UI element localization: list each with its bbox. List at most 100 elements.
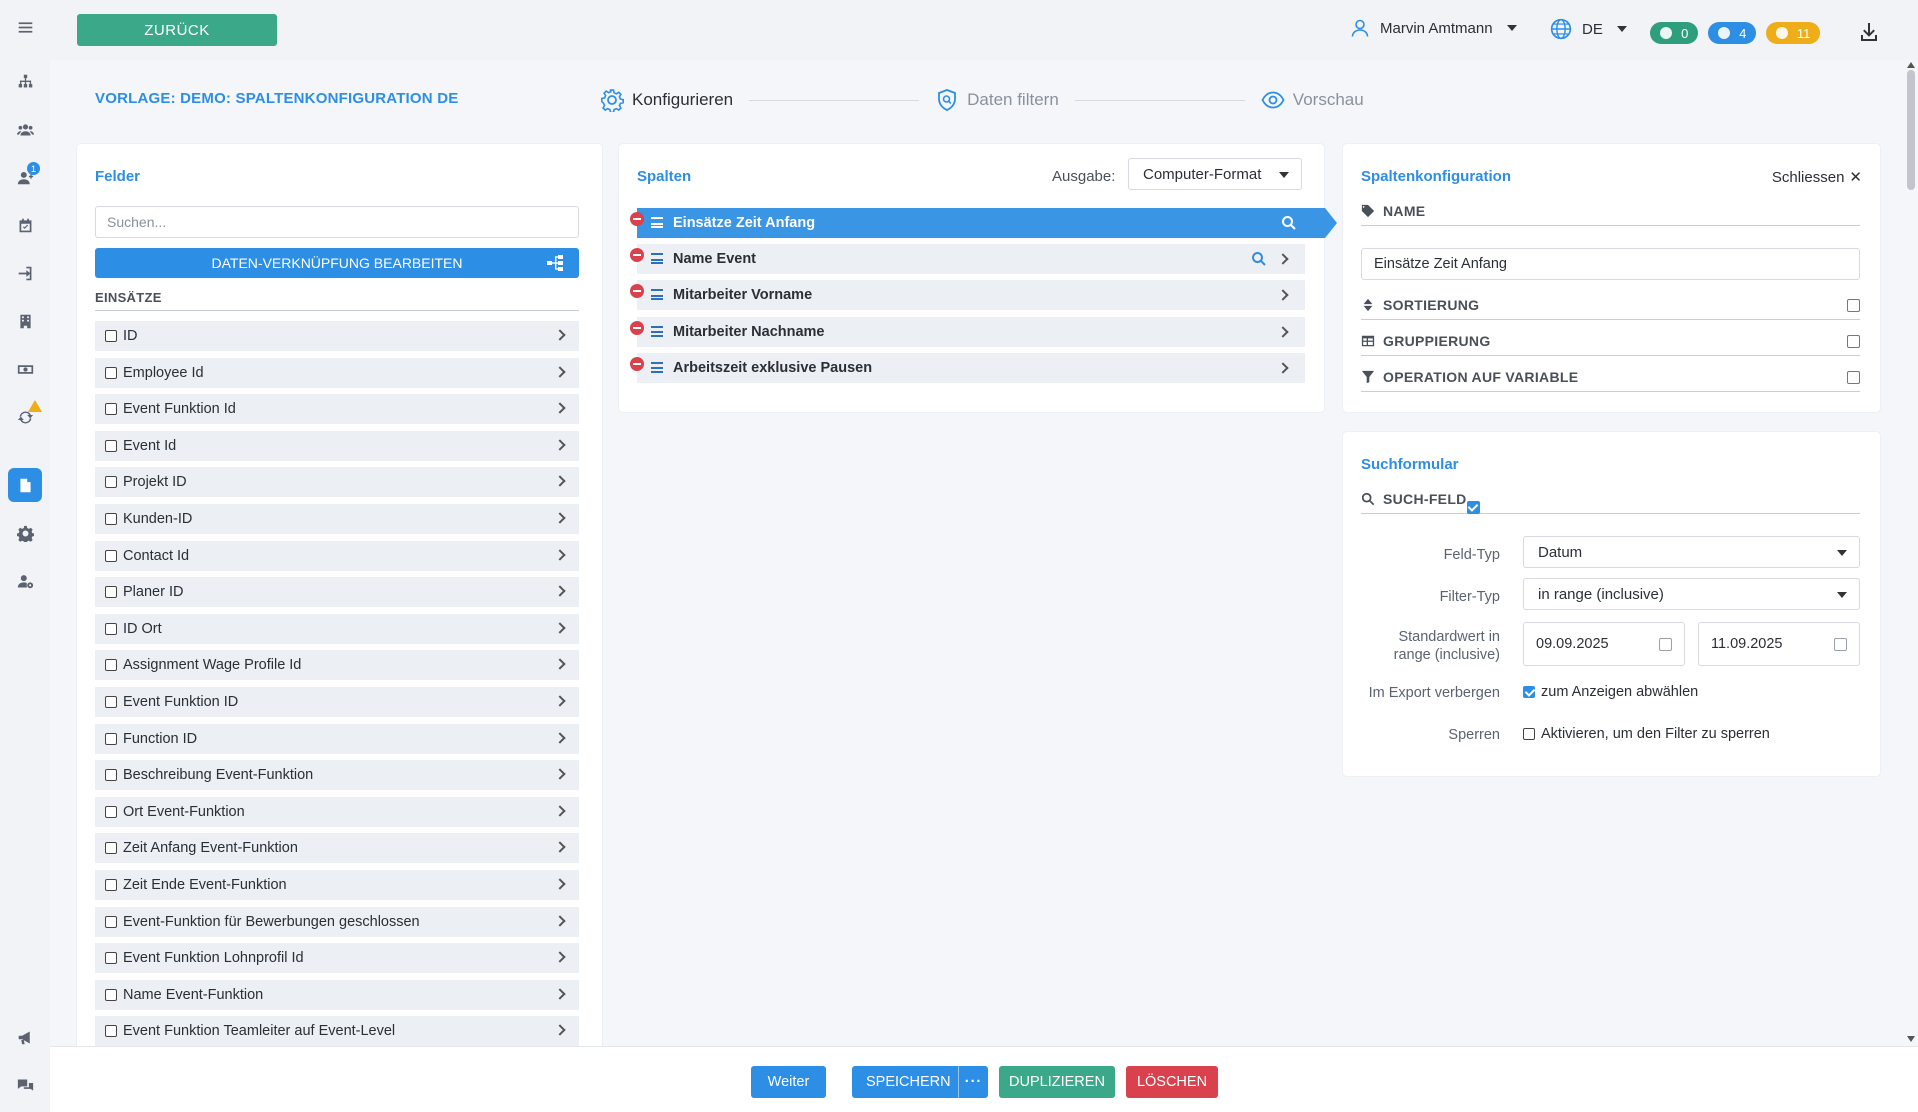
sync-icon[interactable] <box>8 400 42 434</box>
column-item-body[interactable]: Mitarbeiter Nachname <box>637 316 1305 347</box>
column-item-body[interactable]: Name Event <box>637 244 1305 275</box>
field-item[interactable]: Kunden-ID <box>95 503 579 534</box>
field-checkbox[interactable] <box>105 659 117 672</box>
field-checkbox[interactable] <box>105 586 117 599</box>
delete-button[interactable]: LÖSCHEN <box>1126 1066 1218 1098</box>
output-format-select[interactable]: Computer-Format <box>1128 158 1302 190</box>
user-menu[interactable]: Marvin Amtmann <box>1350 18 1517 38</box>
field-checkbox[interactable] <box>105 915 117 928</box>
user-settings-icon[interactable] <box>8 564 42 598</box>
lock-checkbox[interactable] <box>1523 728 1535 740</box>
field-checkbox[interactable] <box>105 878 117 891</box>
search-icon[interactable] <box>1251 251 1267 267</box>
field-checkbox[interactable] <box>105 366 117 379</box>
notifications-badge[interactable]: 4 <box>1708 22 1756 44</box>
edit-data-link-button[interactable]: DATEN-VERKNÜPFUNG BEARBEITEN <box>95 248 579 278</box>
column-item-body[interactable]: Arbeitszeit exklusive Pausen <box>637 352 1305 383</box>
sitemap-icon[interactable] <box>8 64 42 98</box>
column-item[interactable]: Name Event <box>630 244 1327 275</box>
lock-option[interactable]: Aktivieren, um den Filter zu sperren <box>1523 726 1770 742</box>
search-icon[interactable] <box>1281 215 1297 231</box>
field-checkbox[interactable] <box>105 330 117 342</box>
column-name-input[interactable]: Einsätze Zeit Anfang <box>1361 248 1860 280</box>
column-item[interactable]: Arbeitszeit exklusive Pausen <box>630 352 1327 383</box>
document-icon[interactable] <box>8 468 42 502</box>
filter-type-select[interactable]: in range (inclusive) <box>1523 578 1860 610</box>
alerts-badge[interactable]: 11 <box>1766 22 1820 44</box>
field-checkbox[interactable] <box>105 622 117 635</box>
column-item-body[interactable]: Einsätze Zeit Anfang <box>637 208 1337 238</box>
date-from-input[interactable]: 09.09.2025 <box>1523 622 1685 666</box>
back-button[interactable]: ZURÜCK <box>77 14 277 46</box>
save-button[interactable]: SPEICHERN ··· <box>852 1066 988 1098</box>
duplicate-button[interactable]: DUPLIZIEREN <box>999 1066 1115 1098</box>
calendar-icon[interactable] <box>1834 638 1847 651</box>
field-checkbox[interactable] <box>105 805 117 818</box>
field-checkbox[interactable] <box>105 988 117 1001</box>
step-vorschau[interactable]: Vorschau <box>1261 88 1364 112</box>
chat-icon[interactable] <box>8 1068 42 1102</box>
remove-column-icon[interactable] <box>630 320 644 335</box>
field-checkbox[interactable] <box>105 769 117 782</box>
field-item[interactable]: Event Funktion Id <box>95 394 579 425</box>
drag-handle-icon[interactable] <box>651 217 663 228</box>
grouping-checkbox[interactable] <box>1847 335 1860 348</box>
scroll-up-arrow[interactable] <box>1907 62 1915 68</box>
field-checkbox[interactable] <box>105 403 117 416</box>
field-checkbox[interactable] <box>105 512 117 525</box>
sorting-checkbox[interactable] <box>1847 299 1860 312</box>
field-checkbox[interactable] <box>105 695 117 708</box>
column-item[interactable]: Einsätze Zeit Anfang <box>630 208 1337 238</box>
users-group-icon[interactable] <box>8 112 42 146</box>
column-item[interactable]: Mitarbeiter Nachname <box>630 316 1327 347</box>
field-checkbox[interactable] <box>105 842 117 855</box>
next-button[interactable]: Weiter <box>751 1066 826 1098</box>
field-item[interactable]: Planer ID <box>95 577 579 608</box>
fields-search-input[interactable] <box>95 206 579 238</box>
field-item[interactable]: Assignment Wage Profile Id <box>95 650 579 681</box>
field-item[interactable]: Event Funktion ID <box>95 686 579 717</box>
scroll-down-arrow[interactable] <box>1907 1036 1915 1042</box>
field-item[interactable]: Name Event-Funktion <box>95 979 579 1010</box>
menu-icon[interactable] <box>8 10 42 44</box>
language-selector[interactable]: DE <box>1550 18 1627 40</box>
column-item-body[interactable]: Mitarbeiter Vorname <box>637 280 1305 311</box>
field-item[interactable]: Employee Id <box>95 357 579 388</box>
column-item[interactable]: Mitarbeiter Vorname <box>630 280 1327 311</box>
field-checkbox[interactable] <box>105 732 117 745</box>
field-item[interactable]: Contact Id <box>95 540 579 571</box>
drag-handle-icon[interactable] <box>651 325 663 337</box>
date-to-input[interactable]: 11.09.2025 <box>1698 622 1860 666</box>
field-checkbox[interactable] <box>105 549 117 562</box>
step-daten-filtern[interactable]: Daten filtern <box>935 88 1059 112</box>
field-item[interactable]: ID Ort <box>95 613 579 644</box>
gear-icon[interactable] <box>8 516 42 550</box>
field-item[interactable]: Ort Event-Funktion <box>95 796 579 827</box>
field-checkbox[interactable] <box>105 476 117 489</box>
calendar-check-icon[interactable] <box>8 208 42 242</box>
field-item[interactable]: Event Funktion Teamleiter auf Event-Leve… <box>95 1016 579 1047</box>
remove-column-icon[interactable] <box>630 212 644 226</box>
drag-handle-icon[interactable] <box>651 253 663 265</box>
field-item[interactable]: Event Id <box>95 430 579 461</box>
field-item[interactable]: Event-Funktion für Bewerbungen geschloss… <box>95 906 579 937</box>
field-item[interactable]: Zeit Anfang Event-Funktion <box>95 833 579 864</box>
close-button[interactable]: Schliessen ✕ <box>1772 168 1862 187</box>
messages-badge[interactable]: 0 <box>1650 22 1698 44</box>
remove-column-icon[interactable] <box>630 356 644 371</box>
export-hide-checkbox[interactable] <box>1523 686 1535 698</box>
page-scrollbar[interactable] <box>1904 60 1918 1046</box>
field-item[interactable]: Event Funktion Lohnprofil Id <box>95 943 579 974</box>
building-icon[interactable] <box>8 304 42 338</box>
download-icon[interactable] <box>1857 20 1881 44</box>
megaphone-icon[interactable] <box>8 1020 42 1054</box>
field-item[interactable]: Projekt ID <box>95 467 579 498</box>
field-type-select[interactable]: Datum <box>1523 536 1860 568</box>
field-item[interactable]: Zeit Ende Event-Funktion <box>95 869 579 900</box>
field-checkbox[interactable] <box>105 439 117 452</box>
operation-checkbox[interactable] <box>1847 371 1860 384</box>
drag-handle-icon[interactable] <box>651 361 663 373</box>
search-field-checkbox[interactable] <box>1466 501 1480 514</box>
scroll-thumb[interactable] <box>1907 70 1915 190</box>
export-hide-option[interactable]: zum Anzeigen abwählen <box>1523 684 1698 700</box>
